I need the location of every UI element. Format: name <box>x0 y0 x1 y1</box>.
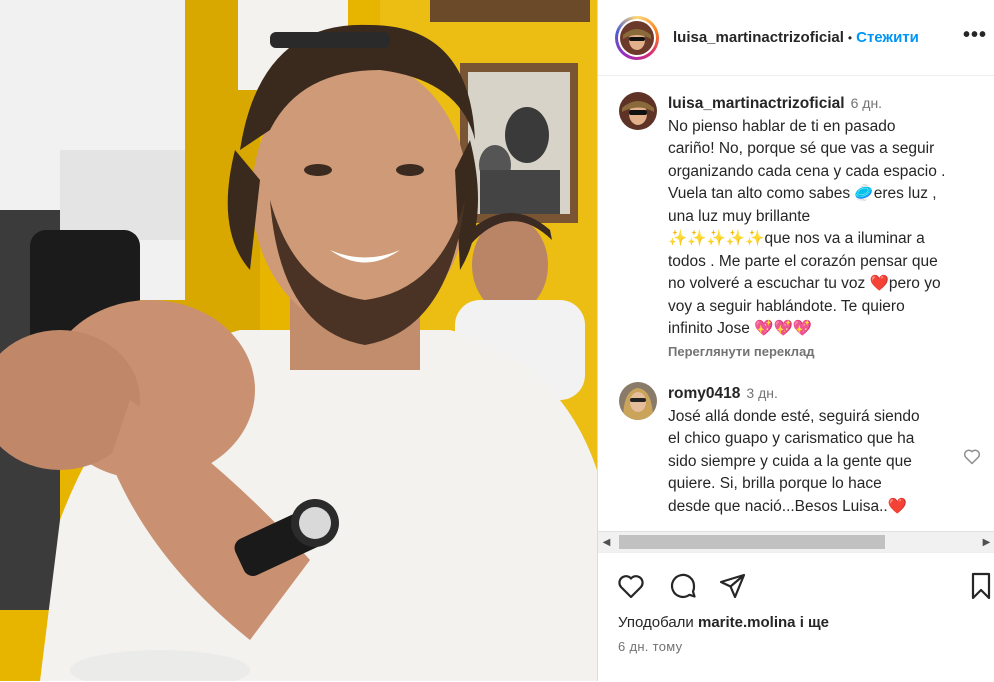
comment-meta: romy0418 3 дн. <box>668 382 978 406</box>
comment-line: quiere. Si, brilla porque lo hace <box>668 475 882 492</box>
comment-body: luisa_martinactrizoficial 6 дн. No pienso… <box>668 92 978 360</box>
likes-summary: Уподобали marite.molina і ще <box>618 614 829 631</box>
comment-line: organizando cada cena y cada espacio . <box>668 162 946 180</box>
comment-line: el chico guapo y carismatico que ha <box>668 430 915 447</box>
avatar[interactable] <box>620 20 654 55</box>
comment-line: no volveré a escuchar tu voz ❤️pero yo <box>668 275 941 292</box>
avatar-frame <box>618 18 656 57</box>
horizontal-scrollbar[interactable]: ◀ ▶ <box>598 531 994 552</box>
comment-meta: luisa_martinactrizoficial 6 дн. <box>668 92 978 116</box>
share-icon[interactable] <box>718 571 748 601</box>
separator-dot: • <box>847 30 853 45</box>
comment-avatar[interactable] <box>619 92 657 130</box>
comment-line: sido siempre y cuida a la gente que <box>668 452 912 470</box>
likes-prefix: Уподобали <box>618 614 694 631</box>
avatar <box>619 382 657 420</box>
scroll-right-arrow[interactable]: ▶ <box>978 532 994 552</box>
comment-time[interactable]: 6 дн. <box>851 95 882 111</box>
post-image <box>0 0 597 681</box>
comment-line: José allá donde esté, seguirá siendo <box>668 407 920 425</box>
likes-others[interactable]: і ще <box>800 614 829 631</box>
story-ring[interactable] <box>615 15 659 60</box>
scroll-thumb[interactable] <box>619 535 885 549</box>
likes-username[interactable]: marite.molina <box>698 614 796 631</box>
comment-like-heart-icon[interactable] <box>962 446 982 466</box>
comment-body: romy0418 3 дн. José allá donde esté, segu… <box>668 382 978 518</box>
comment-text: No pienso hablar de ti en pasado cariño!… <box>668 116 978 341</box>
post-side-panel: luisa_martinactrizoficial • Стежити ••• … <box>597 0 994 681</box>
comment-line: voy a seguir hablándote. Te quiero <box>668 297 905 315</box>
comment-username[interactable]: luisa_martinactrizoficial <box>668 95 845 112</box>
post-actions: Уподобали marite.molina і ще 6 дн. тому <box>598 552 994 682</box>
comment-line: No pienso hablar de ti en pasado <box>668 117 896 135</box>
comment-avatar[interactable] <box>619 382 657 420</box>
heart-icon[interactable] <box>616 571 646 601</box>
comment-line: todos . Me parte el corazón pensar que <box>668 252 938 270</box>
post-timestamp[interactable]: 6 дн. тому <box>618 639 682 654</box>
header-username[interactable]: luisa_martinactrizoficial <box>673 29 844 46</box>
comment-line: desde que nació...Besos Luisa..❤️ <box>668 497 908 515</box>
comment-line: Vuela tan alto como sabes 🥏eres luz , <box>668 185 937 202</box>
comment-line: una luz muy brillante <box>668 207 811 225</box>
see-translation-link[interactable]: Переглянути переклад <box>668 343 978 360</box>
bookmark-icon[interactable] <box>966 571 994 601</box>
comments-list[interactable]: luisa_martinactrizoficial 6 дн. No pienso… <box>598 76 994 531</box>
post-photo <box>0 0 597 681</box>
comment-text: José allá donde esté, seguirá siendo el … <box>668 406 978 519</box>
comment-line: infinito Jose 💖💖💖 <box>668 320 813 337</box>
scroll-left-arrow[interactable]: ◀ <box>598 532 615 552</box>
comment-line: ✨✨✨✨✨que nos va a iluminar a <box>668 230 925 247</box>
post-header: luisa_martinactrizoficial • Стежити ••• <box>598 0 994 76</box>
avatar <box>619 92 657 130</box>
follow-button[interactable]: Стежити <box>856 29 919 46</box>
more-options-icon[interactable]: ••• <box>963 24 987 47</box>
comment-icon[interactable] <box>668 571 698 601</box>
comment-time[interactable]: 3 дн. <box>746 385 777 401</box>
comment-line: cariño! No, porque sé que vas a seguir <box>668 140 935 157</box>
comment-username[interactable]: romy0418 <box>668 385 740 402</box>
